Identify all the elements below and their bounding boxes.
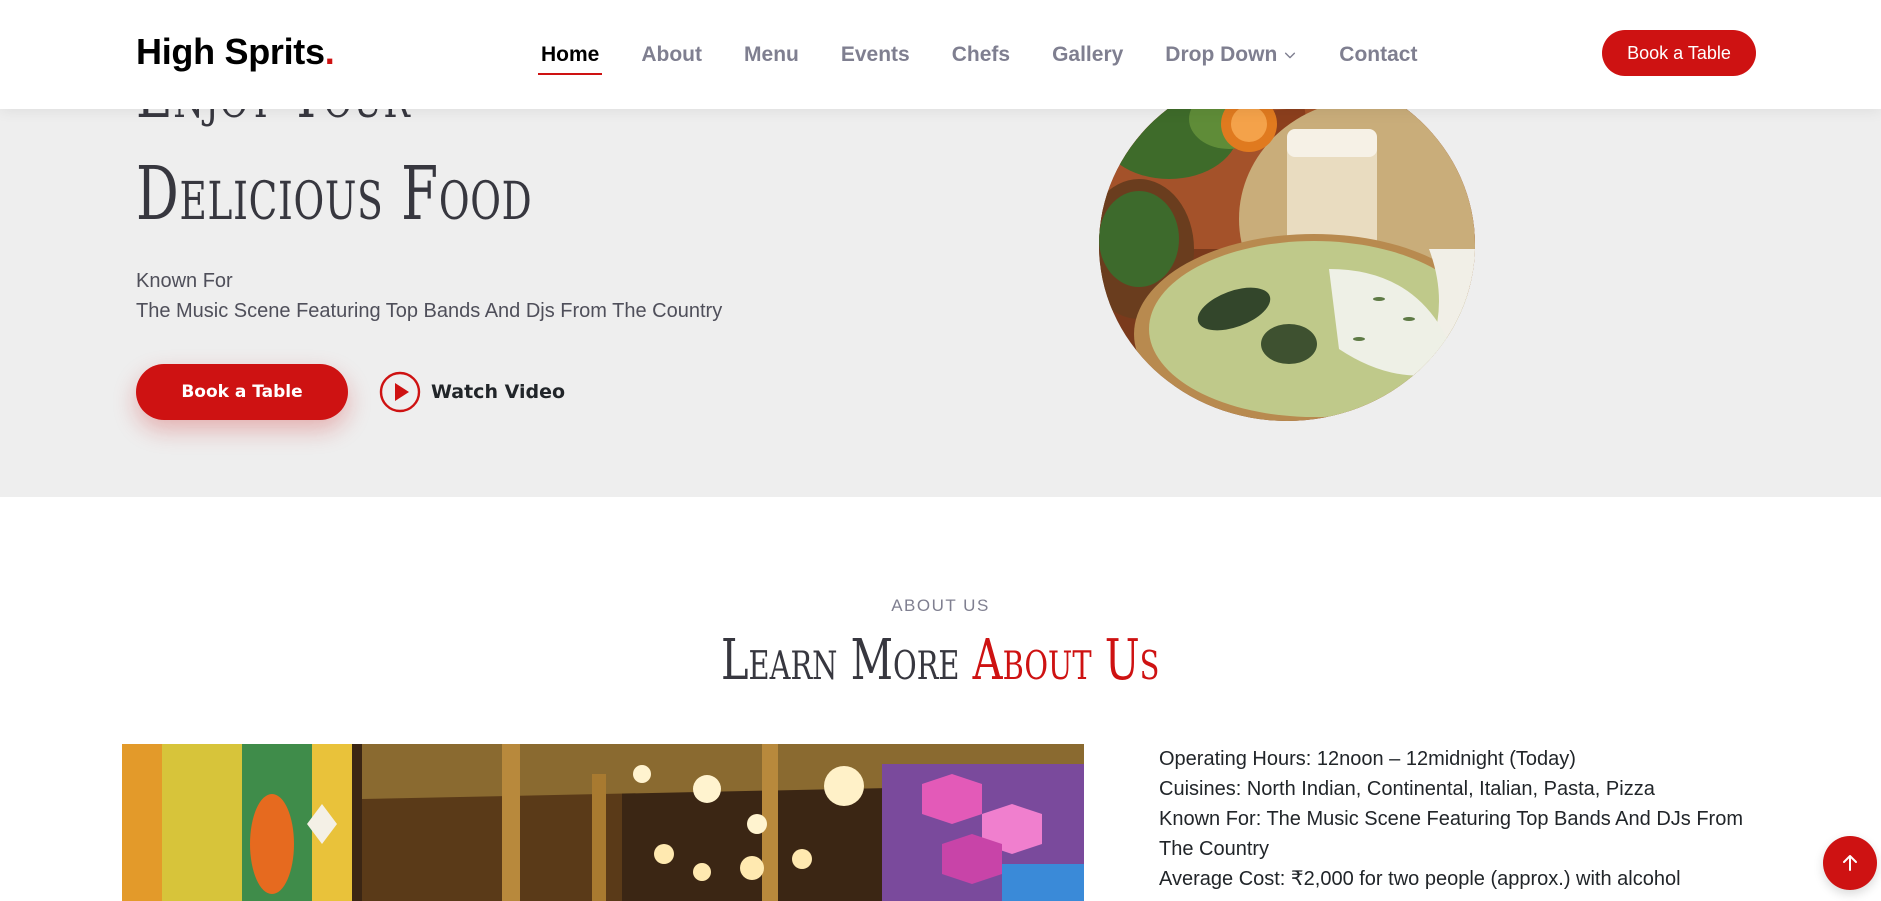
hero-subtitle-line2: The Music Scene Featuring Top Bands And … (136, 300, 723, 322)
watch-video-label: Watch Video (431, 381, 566, 403)
logo-text: High Sprits (136, 31, 325, 72)
info-operating-hours: Operating Hours: 12noon – 12midnight (To… (1159, 748, 1576, 770)
site-logo[interactable]: High Sprits. (136, 30, 335, 74)
about-title-accent: About Us (972, 628, 1160, 693)
nav-home[interactable]: Home (537, 0, 603, 109)
about-heading: Learn More About Us (0, 628, 1881, 693)
restaurant-interior-image (122, 744, 1084, 901)
hero-food-image (1099, 109, 1475, 421)
site-header: High Sprits. Home About Menu Events Chef… (0, 0, 1881, 109)
nav-gallery[interactable]: Gallery (1052, 0, 1123, 109)
info-cuisines: Cuisines: North Indian, Continental, Ita… (1159, 778, 1655, 800)
main-nav: Home About Menu Events Chefs Gallery Dro… (520, 0, 1438, 109)
about-kicker: ABOUT US (891, 596, 990, 615)
watch-video-link[interactable]: Watch Video (379, 371, 565, 413)
play-circle-icon (379, 371, 421, 413)
nav-about[interactable]: About (641, 0, 702, 109)
info-known-for: Known For: The Music Scene Featuring Top… (1159, 808, 1743, 860)
header-book-table-button[interactable]: Book a Table (1602, 30, 1756, 76)
nav-contact[interactable]: Contact (1339, 0, 1417, 109)
hero-subtitle-line1: Known For (136, 270, 233, 292)
info-average-cost: Average Cost: ₹2,000 for two people (app… (1159, 868, 1681, 890)
nav-menu[interactable]: Menu (744, 0, 799, 109)
nav-dropdown-label: Drop Down (1165, 43, 1278, 66)
about-info: Operating Hours: 12noon – 12midnight (To… (1159, 744, 1779, 894)
hero-subtitle: Known For The Music Scene Featuring Top … (136, 266, 722, 326)
scroll-top-button[interactable] (1823, 836, 1877, 890)
hero-title-line1: Enjoy Your (136, 109, 411, 133)
arrow-up-icon (1843, 855, 1857, 871)
hero-section: Enjoy Your Delicious Food Known For The … (0, 109, 1881, 497)
logo-dot: . (324, 31, 335, 72)
nav-dropdown[interactable]: Drop Down (1165, 0, 1297, 109)
hero-title-line2: Delicious Food (136, 151, 533, 237)
hero-book-table-button[interactable]: Book a Table (136, 364, 348, 420)
chevron-down-icon (1285, 52, 1296, 58)
nav-chefs[interactable]: Chefs (952, 0, 1010, 109)
about-title-plain: Learn More (721, 628, 960, 693)
nav-events[interactable]: Events (841, 0, 910, 109)
